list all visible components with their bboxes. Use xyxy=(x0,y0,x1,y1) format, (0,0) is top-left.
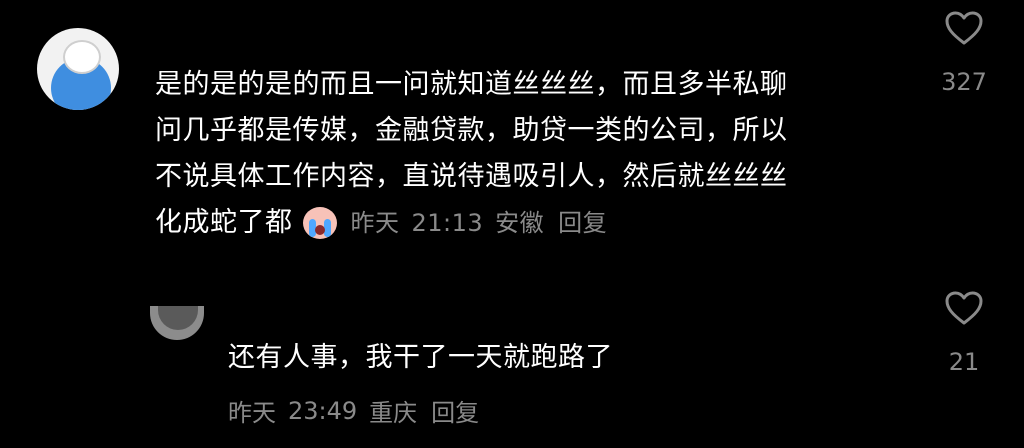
comment-1: 是的是的是的而且一问就知道丝丝丝，而且多半私聊 问几乎都是传媒，金融贷款，助贷一… xyxy=(0,0,1024,270)
crying-face-emoji-icon xyxy=(301,205,339,241)
comment-time: 21:13 xyxy=(411,209,484,237)
avatar-face xyxy=(63,40,101,74)
comment-body: 是的是的是的而且一问就知道丝丝丝，而且多半私聊 问几乎都是传媒，金融贷款，助贷一… xyxy=(155,62,895,246)
comment-body: 还有人事，我干了一天就跑路了 xyxy=(228,338,613,378)
reply-button[interactable]: 回复 xyxy=(431,393,479,428)
heart-icon xyxy=(945,291,983,325)
comment-time: 23:49 xyxy=(288,396,358,425)
comment-date: 昨天 xyxy=(228,399,276,427)
reply-button[interactable]: 回复 xyxy=(558,200,607,246)
heart-icon xyxy=(945,11,983,45)
comment-meta: 昨天 21:13 安徽 回复 xyxy=(351,200,620,246)
avatar-shape xyxy=(158,306,198,330)
like-button[interactable]: 21 xyxy=(934,290,994,376)
like-count: 21 xyxy=(948,348,980,376)
comment-line: 问几乎都是传媒，金融贷款，助贷一类的公司，所以 xyxy=(155,115,788,146)
avatar[interactable] xyxy=(37,28,119,110)
comment-line-last: 化成蛇了都 昨天 21:13 安徽 回复 xyxy=(155,200,895,246)
comment-location: 重庆 xyxy=(369,399,418,427)
comment-meta: 昨天 23:49 重庆 回复 xyxy=(228,393,491,428)
avatar[interactable] xyxy=(150,306,204,340)
comment-line: 是的是的是的而且一问就知道丝丝丝，而且多半私聊 xyxy=(155,69,788,100)
like-button[interactable]: 327 xyxy=(934,10,994,96)
comment-line: 还有人事，我干了一天就跑路了 xyxy=(228,342,613,373)
like-count: 327 xyxy=(941,68,987,96)
comment-line: 不说具体工作内容，直说待遇吸引人，然后就丝丝丝 xyxy=(155,161,788,192)
comment-location: 安徽 xyxy=(495,209,545,237)
comment-line: 化成蛇了都 xyxy=(155,207,293,238)
comment-date: 昨天 xyxy=(350,209,400,237)
